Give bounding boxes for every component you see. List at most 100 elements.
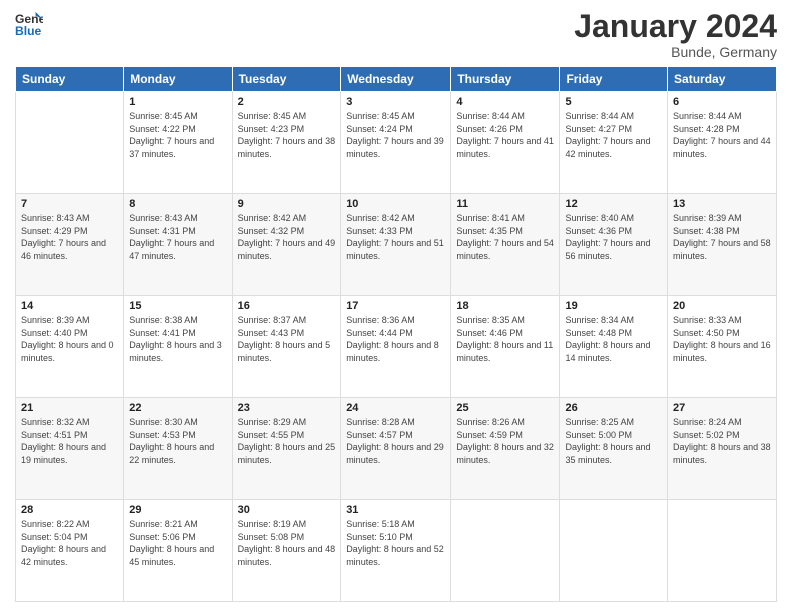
sunset-text: Sunset: 4:22 PM xyxy=(129,123,226,136)
calendar-cell xyxy=(560,500,668,602)
weekday-header-sunday: Sunday xyxy=(16,67,124,92)
sunrise-text: Sunrise: 8:32 AM xyxy=(21,416,118,429)
sunrise-text: Sunrise: 8:42 AM xyxy=(238,212,336,225)
calendar-cell: 24Sunrise: 8:28 AMSunset: 4:57 PMDayligh… xyxy=(341,398,451,500)
header: General Blue January 2024 Bunde, Germany xyxy=(15,10,777,60)
daylight-text: Daylight: 8 hours and 38 minutes. xyxy=(673,441,771,466)
daylight-text: Daylight: 8 hours and 19 minutes. xyxy=(21,441,118,466)
day-number: 10 xyxy=(346,198,445,210)
calendar-cell xyxy=(668,500,777,602)
sunset-text: Sunset: 4:59 PM xyxy=(456,429,554,442)
calendar-cell: 14Sunrise: 8:39 AMSunset: 4:40 PMDayligh… xyxy=(16,296,124,398)
daylight-text: Daylight: 8 hours and 22 minutes. xyxy=(129,441,226,466)
daylight-text: Daylight: 8 hours and 35 minutes. xyxy=(565,441,662,466)
weekday-header-tuesday: Tuesday xyxy=(232,67,341,92)
sunset-text: Sunset: 4:40 PM xyxy=(21,327,118,340)
sunset-text: Sunset: 4:55 PM xyxy=(238,429,336,442)
calendar-cell: 7Sunrise: 8:43 AMSunset: 4:29 PMDaylight… xyxy=(16,194,124,296)
calendar-cell: 12Sunrise: 8:40 AMSunset: 4:36 PMDayligh… xyxy=(560,194,668,296)
calendar-cell: 5Sunrise: 8:44 AMSunset: 4:27 PMDaylight… xyxy=(560,92,668,194)
sunset-text: Sunset: 4:23 PM xyxy=(238,123,336,136)
calendar-cell: 21Sunrise: 8:32 AMSunset: 4:51 PMDayligh… xyxy=(16,398,124,500)
calendar-cell: 29Sunrise: 8:21 AMSunset: 5:06 PMDayligh… xyxy=(124,500,232,602)
daylight-text: Daylight: 8 hours and 32 minutes. xyxy=(456,441,554,466)
sunrise-text: Sunrise: 5:18 AM xyxy=(346,518,445,531)
sunrise-text: Sunrise: 8:22 AM xyxy=(21,518,118,531)
sunset-text: Sunset: 4:51 PM xyxy=(21,429,118,442)
daylight-text: Daylight: 8 hours and 29 minutes. xyxy=(346,441,445,466)
daylight-text: Daylight: 7 hours and 46 minutes. xyxy=(21,237,118,262)
calendar-cell: 25Sunrise: 8:26 AMSunset: 4:59 PMDayligh… xyxy=(451,398,560,500)
day-number: 4 xyxy=(456,96,554,108)
sunset-text: Sunset: 4:32 PM xyxy=(238,225,336,238)
sunset-text: Sunset: 5:00 PM xyxy=(565,429,662,442)
sunrise-text: Sunrise: 8:28 AM xyxy=(346,416,445,429)
calendar-cell: 4Sunrise: 8:44 AMSunset: 4:26 PMDaylight… xyxy=(451,92,560,194)
calendar-cell: 6Sunrise: 8:44 AMSunset: 4:28 PMDaylight… xyxy=(668,92,777,194)
calendar-cell xyxy=(16,92,124,194)
day-number: 13 xyxy=(673,198,771,210)
calendar-cell: 28Sunrise: 8:22 AMSunset: 5:04 PMDayligh… xyxy=(16,500,124,602)
daylight-text: Daylight: 8 hours and 16 minutes. xyxy=(673,339,771,364)
calendar-cell: 1Sunrise: 8:45 AMSunset: 4:22 PMDaylight… xyxy=(124,92,232,194)
sunset-text: Sunset: 4:48 PM xyxy=(565,327,662,340)
calendar-cell xyxy=(451,500,560,602)
sunset-text: Sunset: 4:24 PM xyxy=(346,123,445,136)
sunrise-text: Sunrise: 8:29 AM xyxy=(238,416,336,429)
daylight-text: Daylight: 7 hours and 49 minutes. xyxy=(238,237,336,262)
sunrise-text: Sunrise: 8:44 AM xyxy=(456,110,554,123)
daylight-text: Daylight: 8 hours and 3 minutes. xyxy=(129,339,226,364)
daylight-text: Daylight: 7 hours and 44 minutes. xyxy=(673,135,771,160)
daylight-text: Daylight: 7 hours and 56 minutes. xyxy=(565,237,662,262)
calendar-cell: 20Sunrise: 8:33 AMSunset: 4:50 PMDayligh… xyxy=(668,296,777,398)
sunrise-text: Sunrise: 8:40 AM xyxy=(565,212,662,225)
weekday-header-wednesday: Wednesday xyxy=(341,67,451,92)
daylight-text: Daylight: 8 hours and 25 minutes. xyxy=(238,441,336,466)
day-number: 31 xyxy=(346,504,445,516)
sunrise-text: Sunrise: 8:38 AM xyxy=(129,314,226,327)
logo-icon: General Blue xyxy=(15,10,43,38)
sunset-text: Sunset: 4:26 PM xyxy=(456,123,554,136)
day-number: 15 xyxy=(129,300,226,312)
calendar-table: SundayMondayTuesdayWednesdayThursdayFrid… xyxy=(15,66,777,602)
sunset-text: Sunset: 4:36 PM xyxy=(565,225,662,238)
daylight-text: Daylight: 7 hours and 42 minutes. xyxy=(565,135,662,160)
sunrise-text: Sunrise: 8:41 AM xyxy=(456,212,554,225)
sunset-text: Sunset: 5:10 PM xyxy=(346,531,445,544)
daylight-text: Daylight: 8 hours and 48 minutes. xyxy=(238,543,336,568)
sunrise-text: Sunrise: 8:26 AM xyxy=(456,416,554,429)
sunrise-text: Sunrise: 8:44 AM xyxy=(565,110,662,123)
day-number: 19 xyxy=(565,300,662,312)
day-number: 17 xyxy=(346,300,445,312)
weekday-header-monday: Monday xyxy=(124,67,232,92)
sunrise-text: Sunrise: 8:43 AM xyxy=(21,212,118,225)
location: Bunde, Germany xyxy=(574,44,777,60)
svg-text:Blue: Blue xyxy=(15,24,42,38)
calendar-cell: 17Sunrise: 8:36 AMSunset: 4:44 PMDayligh… xyxy=(341,296,451,398)
day-number: 9 xyxy=(238,198,336,210)
sunrise-text: Sunrise: 8:45 AM xyxy=(346,110,445,123)
day-number: 29 xyxy=(129,504,226,516)
day-number: 14 xyxy=(21,300,118,312)
daylight-text: Daylight: 8 hours and 45 minutes. xyxy=(129,543,226,568)
sunrise-text: Sunrise: 8:44 AM xyxy=(673,110,771,123)
sunset-text: Sunset: 4:44 PM xyxy=(346,327,445,340)
day-number: 16 xyxy=(238,300,336,312)
calendar-cell: 26Sunrise: 8:25 AMSunset: 5:00 PMDayligh… xyxy=(560,398,668,500)
daylight-text: Daylight: 8 hours and 42 minutes. xyxy=(21,543,118,568)
sunset-text: Sunset: 4:50 PM xyxy=(673,327,771,340)
sunrise-text: Sunrise: 8:42 AM xyxy=(346,212,445,225)
sunset-text: Sunset: 4:43 PM xyxy=(238,327,336,340)
sunrise-text: Sunrise: 8:21 AM xyxy=(129,518,226,531)
day-number: 7 xyxy=(21,198,118,210)
daylight-text: Daylight: 8 hours and 14 minutes. xyxy=(565,339,662,364)
title-block: January 2024 Bunde, Germany xyxy=(574,10,777,60)
sunset-text: Sunset: 4:46 PM xyxy=(456,327,554,340)
sunset-text: Sunset: 4:38 PM xyxy=(673,225,771,238)
sunrise-text: Sunrise: 8:30 AM xyxy=(129,416,226,429)
day-number: 6 xyxy=(673,96,771,108)
sunrise-text: Sunrise: 8:34 AM xyxy=(565,314,662,327)
sunrise-text: Sunrise: 8:45 AM xyxy=(238,110,336,123)
calendar-cell: 3Sunrise: 8:45 AMSunset: 4:24 PMDaylight… xyxy=(341,92,451,194)
sunset-text: Sunset: 4:33 PM xyxy=(346,225,445,238)
